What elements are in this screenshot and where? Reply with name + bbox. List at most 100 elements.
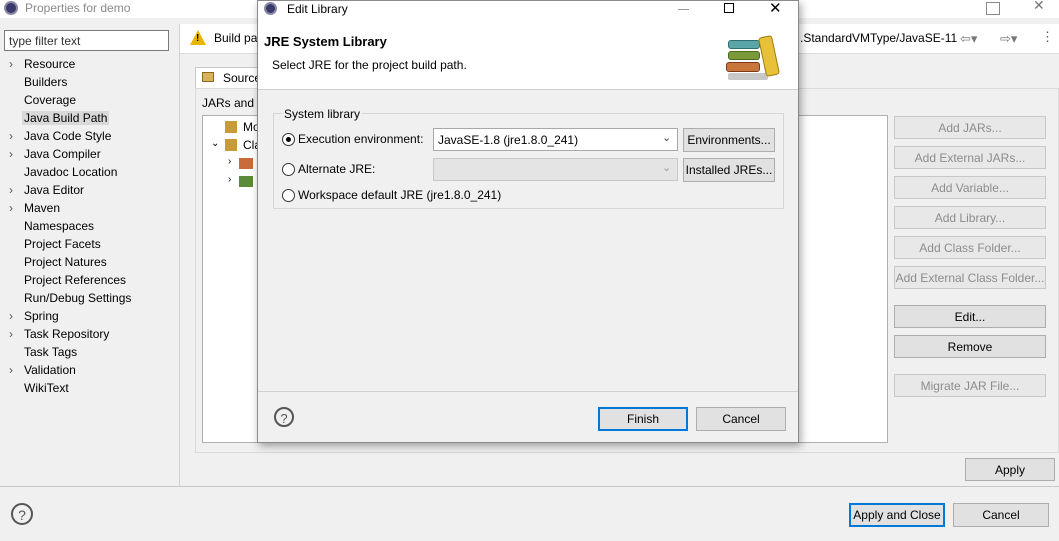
chevron-down-icon: ⌄: [662, 162, 672, 174]
eclipse-icon: [264, 2, 277, 15]
minimize-button[interactable]: [678, 9, 689, 10]
module-icon: [225, 121, 237, 133]
sidebar-item-label: Builders: [24, 75, 68, 89]
chevron-right-icon[interactable]: ›: [9, 363, 13, 377]
sidebar-item[interactable]: › Resource: [0, 56, 178, 74]
close-button[interactable]: ✕: [1033, 0, 1045, 14]
eclipse-icon: [4, 1, 18, 15]
chevron-right-icon[interactable]: ›: [9, 201, 13, 215]
exec-env-label: Execution environment:: [298, 132, 424, 146]
sidebar-item-label: Coverage: [24, 93, 77, 107]
dialog-cancel-button[interactable]: Cancel: [696, 407, 786, 431]
side-button[interactable]: Add JARs...: [894, 116, 1046, 139]
sidebar-item[interactable]: › Maven: [0, 200, 178, 218]
sidebar-item[interactable]: Javadoc Location: [0, 164, 178, 182]
chevron-right-icon[interactable]: ›: [9, 183, 13, 197]
sidebar-item-label: Java Build Path: [22, 111, 110, 125]
alternate-jre-label: Alternate JRE:: [298, 162, 376, 176]
apply-button[interactable]: Apply: [965, 458, 1055, 481]
sidebar-item-label: Java Editor: [24, 183, 85, 197]
sidebar-item-label: WikiText: [24, 381, 69, 395]
alternate-jre-radio[interactable]: [282, 163, 295, 176]
sidebar-item-label: Run/Debug Settings: [24, 291, 132, 305]
sidebar-item-label: Project References: [24, 273, 127, 287]
sidebar-item[interactable]: Run/Debug Settings: [0, 290, 178, 308]
forward-arrow-icon[interactable]: ⇨▾: [1000, 31, 1017, 47]
sidebar-item[interactable]: › Spring: [0, 308, 178, 326]
help-icon[interactable]: ?: [11, 503, 33, 525]
side-button[interactable]: Add Library...: [894, 206, 1046, 229]
jars-label: JARs and c: [202, 96, 264, 110]
maximize-button[interactable]: [986, 2, 1000, 15]
tab-source-label: Source: [223, 71, 262, 85]
installed-jres-button[interactable]: Installed JREs...: [683, 158, 775, 182]
chevron-right-icon[interactable]: ›: [9, 309, 13, 323]
sidebar-item[interactable]: Namespaces: [0, 218, 178, 236]
chevron-right-icon[interactable]: ›: [9, 147, 13, 161]
chevron-right-icon[interactable]: ›: [9, 129, 13, 143]
chevron-right-icon[interactable]: ›: [9, 327, 13, 341]
side-button[interactable]: Migrate JAR File...: [894, 374, 1046, 397]
menu-icon[interactable]: ⋮: [1041, 29, 1054, 45]
side-button[interactable]: Edit...: [894, 305, 1046, 328]
warning-bang: !: [196, 33, 200, 44]
library-books-icon: [726, 34, 786, 84]
sidebar-item-label: Javadoc Location: [24, 165, 118, 179]
side-button[interactable]: Add Class Folder...: [894, 236, 1046, 259]
warning-text-tail: .StandardVMType/JavaSE-11: [800, 31, 958, 45]
sidebar-item[interactable]: Project Natures: [0, 254, 178, 272]
sidebar-item-label: Maven: [24, 201, 61, 215]
sidebar-item[interactable]: Task Tags: [0, 344, 178, 362]
warning-text: Build pa: [214, 31, 258, 45]
help-icon[interactable]: ?: [274, 407, 294, 427]
environments-button[interactable]: Environments...: [683, 128, 775, 152]
sidebar-item[interactable]: Builders: [0, 74, 178, 92]
edit-library-dialog: Edit Library ✕ JRE System Library Select…: [257, 0, 799, 443]
chevron-down-icon: ⌄: [662, 132, 672, 144]
side-button[interactable]: Add External Class Folder...: [894, 266, 1046, 289]
system-library-group: System library Execution environment: Ja…: [273, 107, 784, 209]
dialog-title: Edit Library: [287, 2, 348, 16]
sidebar-item[interactable]: Coverage: [0, 92, 178, 110]
sidebar-item[interactable]: › Task Repository: [0, 326, 178, 344]
exec-env-select[interactable]: JavaSE-1.8 (jre1.8.0_241) ⌄: [433, 128, 678, 151]
sidebar-item-label: Task Repository: [24, 327, 110, 341]
chevron-down-icon[interactable]: ⌄: [211, 138, 219, 149]
back-arrow-icon[interactable]: ⇦▾: [960, 31, 977, 47]
sidebar-item[interactable]: › Java Editor: [0, 182, 178, 200]
maximize-button[interactable]: [724, 3, 734, 13]
classpath-icon: [225, 139, 237, 151]
dialog-subtitle: Select JRE for the project build path.: [272, 58, 467, 72]
side-button[interactable]: Add Variable...: [894, 176, 1046, 199]
side-button[interactable]: Add External JARs...: [894, 146, 1046, 169]
main-window-title: Properties for demo: [25, 1, 131, 15]
dialog-banner: JRE System Library Select JRE for the pr…: [258, 19, 798, 90]
filter-input[interactable]: type filter text: [4, 30, 169, 51]
sidebar-item[interactable]: › Java Code Style: [0, 128, 178, 146]
sidebar-item[interactable]: Java Build Path: [0, 110, 178, 128]
finish-button[interactable]: Finish: [598, 407, 688, 431]
sidebar-item[interactable]: › Validation: [0, 362, 178, 380]
main-cancel-button[interactable]: Cancel: [953, 503, 1049, 527]
sidebar-item-label: Namespaces: [24, 219, 95, 233]
side-button[interactable]: Remove: [894, 335, 1046, 358]
sidebar-item[interactable]: WikiText: [0, 380, 178, 398]
sidebar-item[interactable]: › Java Compiler: [0, 146, 178, 164]
apply-and-close-button[interactable]: Apply and Close: [849, 503, 945, 527]
group-label: System library: [282, 107, 363, 121]
tab-source[interactable]: Source: [195, 67, 262, 88]
chevron-right-icon[interactable]: ›: [228, 174, 231, 185]
exec-env-radio[interactable]: [282, 133, 295, 146]
sidebar-item[interactable]: Project References: [0, 272, 178, 290]
sidebar-item-label: Project Natures: [24, 255, 107, 269]
alternate-jre-select[interactable]: ⌄: [433, 158, 678, 181]
nav-divider: [179, 24, 180, 486]
workspace-default-label: Workspace default JRE (jre1.8.0_241): [298, 188, 502, 202]
sidebar-item[interactable]: Project Facets: [0, 236, 178, 254]
chevron-right-icon[interactable]: ›: [228, 156, 231, 167]
dialog-title-bar: Edit Library ✕: [258, 0, 798, 19]
library-icon: [239, 176, 253, 187]
workspace-default-radio[interactable]: [282, 189, 295, 202]
close-icon[interactable]: ✕: [769, 0, 782, 17]
chevron-right-icon[interactable]: ›: [9, 57, 13, 71]
